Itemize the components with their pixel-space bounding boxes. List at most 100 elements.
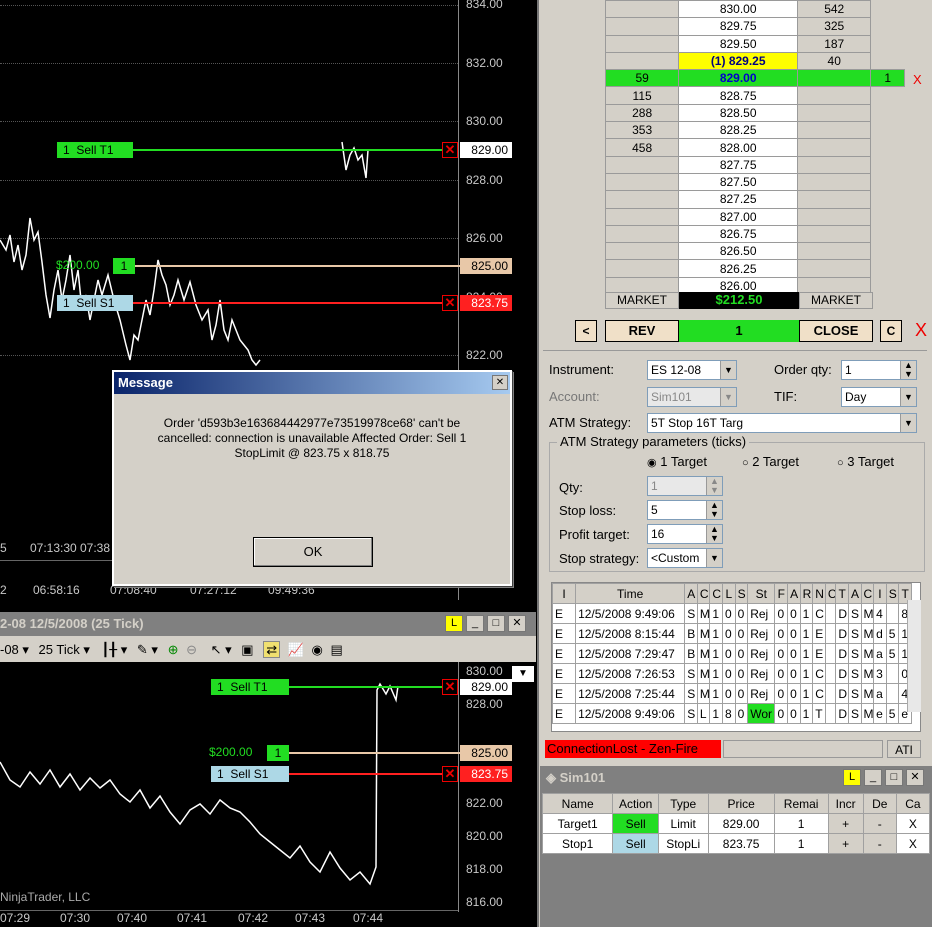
ladder-row[interactable]: (1) 829.25 40 <box>604 51 905 71</box>
cancel-all-button[interactable]: C <box>880 320 902 342</box>
ladder-price-cell[interactable]: 829.00 <box>678 69 799 88</box>
minimize-button[interactable]: _ <box>466 615 484 632</box>
ladder-price-cell[interactable]: 828.25 <box>678 121 799 140</box>
link-badge[interactable]: L <box>843 769 861 786</box>
order-price-cell[interactable]: 829.00 <box>707 813 775 834</box>
account-select[interactable]: Sim101 ▼ <box>647 387 737 407</box>
ladder-bid-cell[interactable] <box>604 172 680 192</box>
ladder-bid-cell[interactable] <box>604 207 680 226</box>
qty-stepper[interactable]: 1 ▲ ▼ <box>647 476 723 496</box>
chevron-down-icon[interactable]: ▼ <box>720 361 736 379</box>
ladder-ask-cell[interactable] <box>797 190 872 209</box>
ladder-row[interactable]: 829.75 325 <box>604 17 905 36</box>
ladder-row[interactable]: 826.25 <box>604 259 905 278</box>
scroll-arrow-icon[interactable]: ▼ <box>512 666 534 682</box>
ladder-ask-cell[interactable] <box>797 69 872 88</box>
log-header[interactable]: A <box>787 583 801 604</box>
order-price-cell[interactable]: 823.75 <box>707 833 775 854</box>
ladder-bid-cell[interactable]: 458 <box>604 138 680 157</box>
stop-strategy-select[interactable]: <Custom ▼ <box>647 548 723 568</box>
ladder-price-cell[interactable]: 827.50 <box>678 172 799 192</box>
ladder-price-cell[interactable]: 826.75 <box>678 224 799 244</box>
ladder-price-cell[interactable]: 827.00 <box>678 207 799 226</box>
maximize-button[interactable]: □ <box>885 769 903 786</box>
market-right-button[interactable]: MARKET <box>799 292 873 309</box>
bar-type-icon[interactable]: ┃╂ ▾ <box>101 642 127 657</box>
link-badge[interactable]: L <box>445 615 463 632</box>
ladder-price-cell[interactable]: 829.75 <box>678 17 799 36</box>
lower-chart[interactable]: 830.00 828.00 822.00 820.00 818.00 816.0… <box>0 662 536 927</box>
orders-table-header[interactable]: Remai <box>773 793 829 814</box>
ladder-bid-cell[interactable] <box>604 224 680 244</box>
lower-stop-tag[interactable]: 1 Sell S1 <box>211 766 289 782</box>
ladder-row[interactable]: 827.75 <box>604 155 905 174</box>
ladder-bid-cell[interactable]: 353 <box>604 121 680 140</box>
ladder-ask-cell[interactable] <box>797 242 872 261</box>
ladder-bid-cell[interactable]: 115 <box>604 86 680 105</box>
minimize-button[interactable]: _ <box>864 769 882 786</box>
spinner-icon[interactable]: ▲ ▼ <box>706 501 722 519</box>
order-entry-icon[interactable]: ⇄ <box>263 641 281 658</box>
profit-target-stepper[interactable]: 16 ▲ ▼ <box>647 524 723 544</box>
cancel-target-icon[interactable]: ✕ <box>442 142 458 158</box>
ladder-row[interactable]: 827.00 <box>604 207 905 226</box>
ladder-bid-cell[interactable]: 59 <box>604 69 680 88</box>
lower-cancel-stop-icon[interactable]: ✕ <box>442 766 458 782</box>
properties-icon[interactable]: ▤ <box>331 642 343 657</box>
log-row[interactable]: E 12/5/2008 8:15:44 B M 1 0 0 Rej 0 0 1 E D S Md 5 1 <box>552 623 912 644</box>
orders-table-header[interactable]: Ca <box>895 793 931 814</box>
ok-button[interactable]: OK <box>253 537 373 567</box>
log-scrollbar[interactable] <box>907 600 921 712</box>
chevron-down-icon[interactable]: ▼ <box>720 388 736 406</box>
ladder-ask-cell[interactable]: 542 <box>797 0 872 19</box>
lower-cancel-target-icon[interactable]: ✕ <box>442 679 458 695</box>
increase-button[interactable]: + <box>827 813 864 834</box>
orders-table-header[interactable]: Action <box>612 793 659 814</box>
snapshot-icon[interactable]: ▣ <box>241 642 253 657</box>
atm-strategy-select[interactable]: 5T Stop 16T Targ ▼ <box>647 413 917 433</box>
ladder-ask-cell[interactable] <box>797 138 872 157</box>
zoom-out-icon[interactable]: ⊖ <box>186 642 197 657</box>
ladder-price-cell[interactable]: 826.50 <box>678 242 799 261</box>
ladder-bid-cell[interactable] <box>604 242 680 261</box>
log-row[interactable]: E 12/5/2008 9:49:06 S L 1 8 0 Wor 0 0 1 T D S Me 5 e <box>552 703 912 724</box>
chevron-down-icon[interactable]: ▼ <box>900 388 916 406</box>
ladder-price-cell[interactable]: 826.25 <box>678 259 799 278</box>
pencil-icon[interactable]: ✎ ▾ <box>137 642 158 657</box>
ladder-ask-cell[interactable]: 40 <box>797 51 872 71</box>
toolbar-instrument[interactable]: -08 <box>0 642 19 657</box>
close-button[interactable]: ✕ <box>508 615 526 632</box>
ladder-row[interactable]: 826.50 <box>604 242 905 261</box>
ladder-ask-cell[interactable]: 187 <box>797 34 872 53</box>
log-header[interactable]: Time <box>575 583 686 604</box>
ladder-bid-cell[interactable] <box>604 0 680 19</box>
log-row[interactable]: E 12/5/2008 9:49:06 S M 1 0 0 Rej 0 0 1 C D S M 4 8 <box>552 603 912 624</box>
ladder-row[interactable]: 458 828.00 <box>604 138 905 157</box>
log-header[interactable]: I <box>873 583 887 604</box>
log-row[interactable]: E 12/5/2008 7:29:47 B M 1 0 0 Rej 0 0 1 E D S Ma 5 1 <box>552 643 912 664</box>
indicator-icon[interactable]: 📈 <box>288 642 304 657</box>
ladder-bid-cell[interactable]: 288 <box>604 103 680 123</box>
ladder-price-cell[interactable]: 828.75 <box>678 86 799 105</box>
stop-loss-stepper[interactable]: 5 ▲ ▼ <box>647 500 723 520</box>
radio-2-target[interactable]: ○ 2 Target <box>742 454 799 469</box>
ladder-ask-cell[interactable] <box>797 121 872 140</box>
ladder-row[interactable]: 59 829.00 1 <box>604 69 905 88</box>
log-header[interactable]: S <box>734 583 749 604</box>
log-header[interactable]: A <box>847 583 862 604</box>
ladder-row[interactable]: 288 828.50 <box>604 103 905 123</box>
position-qty[interactable]: 1 <box>113 258 135 274</box>
dialog-close-button[interactable]: ✕ <box>492 375 508 390</box>
increase-button[interactable]: + <box>827 833 864 854</box>
working-order-x[interactable]: X <box>913 72 922 87</box>
close-position-button[interactable]: CLOSE <box>799 320 873 342</box>
ladder-row[interactable]: 827.50 <box>604 172 905 192</box>
spinner-icon[interactable]: ▲ ▼ <box>900 361 916 379</box>
lower-target-tag[interactable]: 1 Sell T1 <box>211 679 289 695</box>
log-header[interactable]: I <box>552 583 577 604</box>
ladder-bid-cell[interactable] <box>604 17 680 36</box>
orders-table-header[interactable]: Type <box>657 793 709 814</box>
log-header[interactable]: F <box>774 583 789 604</box>
chevron-down-icon[interactable]: ▼ <box>900 414 916 432</box>
pointer-icon[interactable]: ↖ ▾ <box>211 642 232 657</box>
